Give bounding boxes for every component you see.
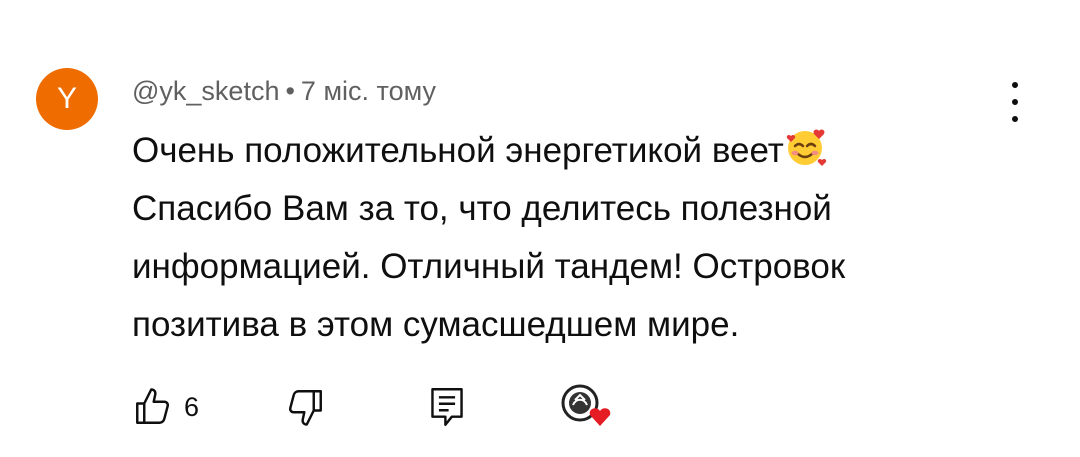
more-vert-icon[interactable] (1000, 82, 1030, 122)
comment-line-text: Очень положительной энергетикой веет (132, 131, 784, 170)
creator-heart-icon (561, 384, 611, 426)
smiling-face-with-hearts-icon (786, 129, 827, 166)
like-count: 6 (184, 391, 200, 422)
comment-actions: 6 (132, 382, 652, 432)
like-button[interactable]: 6 (132, 382, 199, 432)
thumbs-down-icon (288, 390, 322, 426)
comment-header: @yk_sketch • 7 міс. тому (132, 76, 436, 107)
reply-button[interactable] (427, 382, 467, 432)
more-dot (1012, 82, 1018, 88)
comment-thread: Y @yk_sketch • 7 міс. тому Очень положител… (0, 0, 1080, 457)
comment-line: информацией. Отличный тандем! Островок (132, 247, 846, 286)
comment-time[interactable]: 7 міс. тому (301, 76, 436, 106)
dislike-button[interactable] (284, 382, 326, 432)
avatar-letter: Y (56, 82, 77, 115)
avatar[interactable]: Y (36, 68, 98, 130)
more-dot (1012, 116, 1018, 122)
comment-line: Спасибо Вам за то, что делитесь полезной (132, 189, 832, 228)
comment-text: Очень положительной энергетикой веет Спа… (132, 122, 952, 354)
more-dot (1012, 99, 1018, 105)
meta-separator: • (285, 76, 295, 106)
reply-icon (431, 388, 463, 426)
author-name[interactable]: @yk_sketch (132, 76, 279, 106)
thumbs-up-icon (136, 388, 170, 424)
comment-line: Очень положительной энергетикой веет (132, 122, 952, 180)
creator-heart (560, 382, 614, 432)
comment-line: позитива в этом сумасшедшем мире. (132, 305, 740, 344)
